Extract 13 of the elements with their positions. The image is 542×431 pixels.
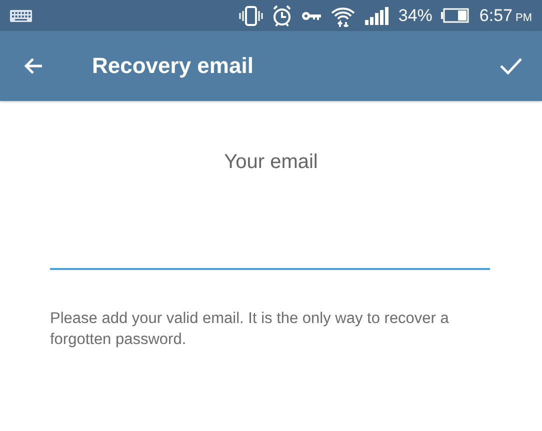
battery-percent: 34% xyxy=(398,6,432,26)
signal-icon xyxy=(365,6,390,24)
clock-meridiem: PM xyxy=(516,12,532,24)
clock-time: 6:57 xyxy=(479,6,512,26)
battery-icon xyxy=(441,8,470,23)
alarm-icon xyxy=(272,4,292,26)
hint-text: Please add your valid email. It is the only way to recover a forgotten password. xyxy=(50,309,450,350)
key-icon xyxy=(301,10,322,20)
email-heading: Your email xyxy=(223,151,319,174)
vibrate-icon xyxy=(239,6,264,26)
screen-title: Recovery email xyxy=(92,53,254,79)
wifi-icon xyxy=(330,4,356,26)
keyboard-icon xyxy=(10,10,32,22)
